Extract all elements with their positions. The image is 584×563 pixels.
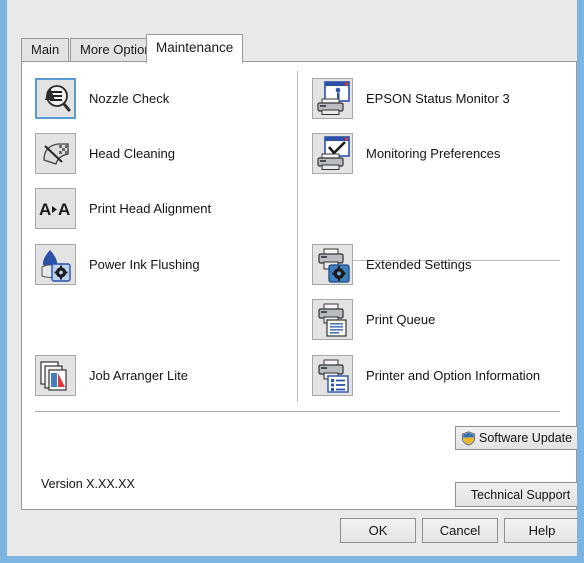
maintenance-item-nozzle-check[interactable]: Nozzle Check bbox=[35, 78, 169, 119]
maintenance-item-label: Print Head Alignment bbox=[89, 201, 212, 216]
nozzle-check-icon bbox=[35, 78, 76, 119]
maintenance-item-monitoring-preferences[interactable]: Monitoring Preferences bbox=[312, 133, 500, 174]
extended-settings-icon bbox=[312, 244, 353, 285]
maintenance-item-label: EPSON Status Monitor 3 bbox=[366, 91, 510, 106]
job-arranger-lite-icon bbox=[35, 355, 76, 396]
maintenance-item-label: Monitoring Preferences bbox=[366, 146, 501, 161]
head-cleaning-icon bbox=[35, 133, 76, 174]
monitoring-preferences-icon bbox=[312, 133, 353, 174]
maintenance-item-print-queue[interactable]: Print Queue bbox=[312, 299, 435, 340]
software-update-button[interactable]: Software Update bbox=[455, 426, 577, 450]
technical-support-label: Technical Support bbox=[470, 487, 571, 502]
maintenance-item-job-arranger-lite[interactable]: Job Arranger Lite bbox=[35, 355, 188, 396]
maintenance-item-label: Nozzle Check bbox=[89, 91, 170, 106]
technical-support-button[interactable]: Technical Support bbox=[455, 482, 577, 507]
maintenance-item-label: Extended Settings bbox=[366, 257, 472, 272]
help-button[interactable]: Help bbox=[504, 518, 577, 543]
print-head-alignment-icon: A A bbox=[35, 188, 76, 229]
maintenance-item-head-cleaning[interactable]: Head Cleaning bbox=[35, 133, 175, 174]
maintenance-item-label: Job Arranger Lite bbox=[89, 368, 189, 383]
footer-divider bbox=[35, 411, 560, 412]
status-monitor-icon bbox=[312, 78, 353, 119]
power-ink-flushing-icon bbox=[35, 244, 76, 285]
maintenance-item-label: Power Ink Flushing bbox=[89, 257, 200, 272]
maintenance-item-power-ink-flushing[interactable]: Power Ink Flushing bbox=[35, 244, 200, 285]
maintenance-item-label: Printer and Option Information bbox=[366, 368, 541, 383]
column-divider bbox=[297, 71, 298, 402]
maintenance-item-label: Print Queue bbox=[366, 312, 436, 327]
software-update-label: Software Update bbox=[479, 431, 573, 445]
svg-text:A: A bbox=[39, 200, 51, 219]
printer-option-information-icon bbox=[312, 355, 353, 396]
maintenance-panel: Nozzle Check Head Cleaning A A Print Hea… bbox=[21, 61, 577, 510]
maintenance-item-print-head-alignment[interactable]: A A Print Head Alignment bbox=[35, 188, 211, 229]
maintenance-item-extended-settings[interactable]: Extended Settings bbox=[312, 244, 472, 285]
ok-button[interactable]: OK bbox=[340, 518, 416, 543]
tab-maintenance[interactable]: Maintenance bbox=[146, 34, 244, 63]
uac-shield-icon bbox=[461, 430, 476, 446]
maintenance-item-epson-status-monitor-3[interactable]: EPSON Status Monitor 3 bbox=[312, 78, 510, 119]
tab-strip: Main More Options Maintenance bbox=[14, 32, 577, 63]
dialog-window: Main More Options Maintenance Nozzle Che… bbox=[0, 0, 584, 563]
svg-text:A: A bbox=[58, 200, 70, 219]
print-queue-icon bbox=[312, 299, 353, 340]
version-text: Version X.XX.XX bbox=[41, 477, 135, 491]
maintenance-item-printer-and-option-information[interactable]: Printer and Option Information bbox=[312, 355, 540, 396]
tab-main[interactable]: Main bbox=[21, 38, 70, 62]
maintenance-item-label: Head Cleaning bbox=[89, 146, 176, 161]
cancel-button[interactable]: Cancel bbox=[422, 518, 498, 543]
